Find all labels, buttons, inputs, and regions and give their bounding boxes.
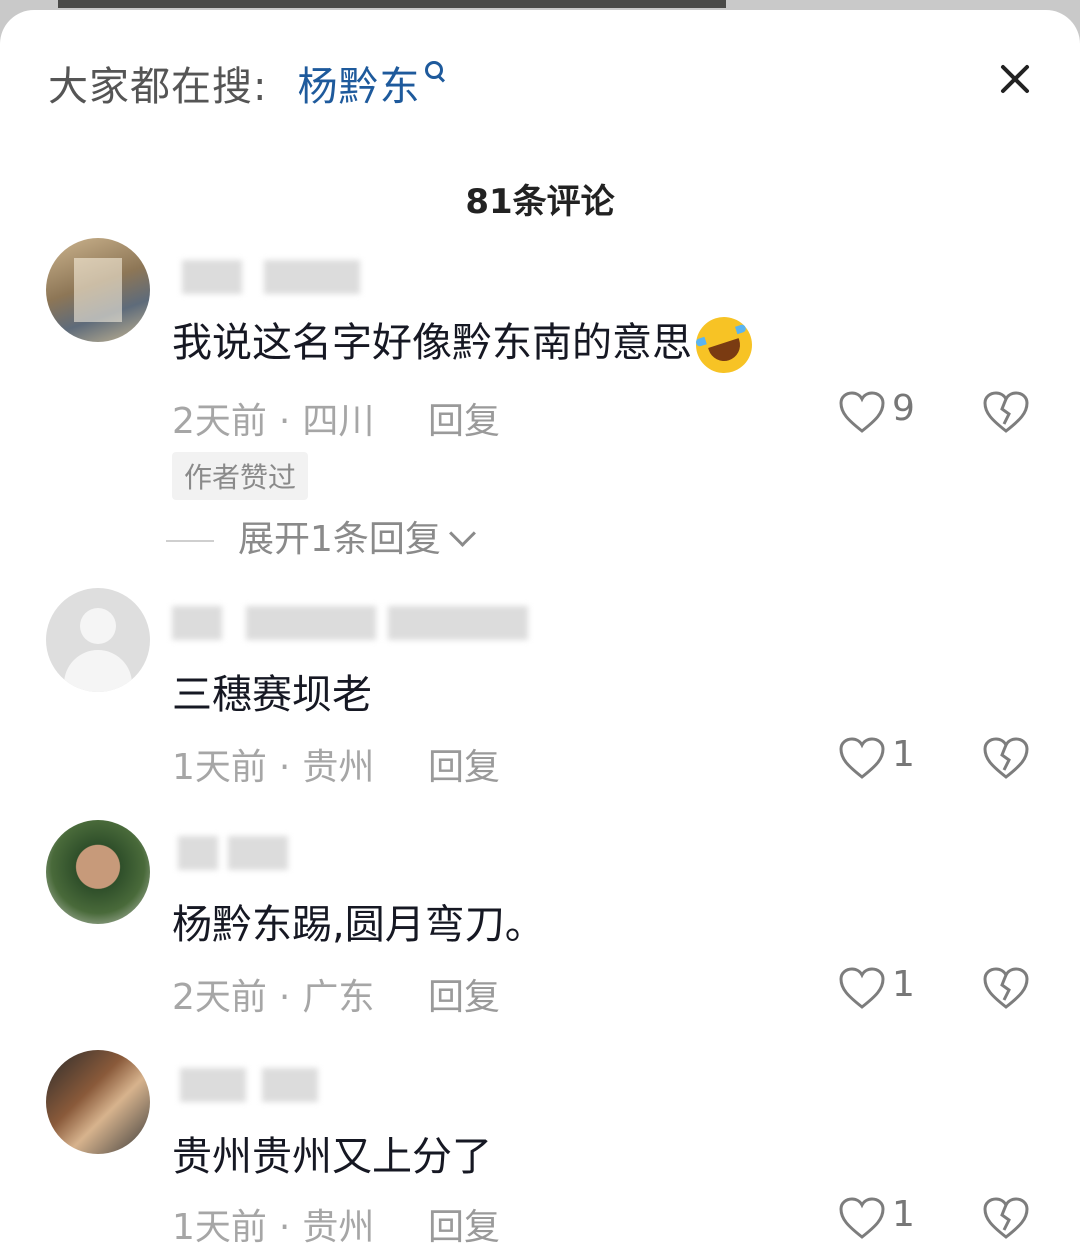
search-prefix-label: 大家都在搜: — [48, 64, 268, 110]
comment-meta: 2天前 · 广东 回复 — [172, 968, 500, 1020]
meta-separator: · — [278, 1207, 291, 1248]
avatar[interactable] — [46, 1050, 150, 1154]
close-icon — [990, 54, 1040, 104]
meta-separator: · — [278, 401, 291, 442]
comment-time: 2天前 — [172, 977, 267, 1018]
comment-meta: 1天前 · 贵州 回复 — [172, 738, 500, 790]
comment-location: 广东 — [302, 977, 375, 1018]
expand-divider — [166, 540, 214, 542]
avatar[interactable] — [46, 238, 150, 342]
dislike-button[interactable] — [980, 1194, 1032, 1242]
comment-text-content: 我说这名字好像黔东南的意思 — [172, 320, 692, 366]
search-term-link[interactable]: 杨黔东 — [297, 54, 420, 112]
comment-text: 我说这名字好像黔东南的意思 — [172, 309, 760, 381]
reply-button[interactable]: 回复 — [428, 1198, 500, 1250]
comment-time: 1天前 — [172, 747, 267, 788]
comment-time: 1天前 — [172, 1207, 267, 1248]
expand-replies-button[interactable]: 展开1条回复 — [166, 510, 476, 562]
comment-location: 贵州 — [302, 747, 375, 788]
expand-replies-label: 展开1条回复 — [238, 519, 441, 560]
comment-time: 2天前 — [172, 401, 267, 442]
comment-count-title: 81条评论 — [465, 182, 615, 222]
trending-search-bar[interactable]: 大家都在搜: 杨黔东 — [48, 50, 446, 116]
like-count: 1 — [892, 734, 915, 775]
comment-text: 三穗赛坝老 — [172, 672, 372, 718]
like-button[interactable]: 1 — [838, 964, 928, 1012]
comment-meta: 2天前 · 四川 回复 — [172, 392, 500, 444]
meta-separator: · — [278, 747, 291, 788]
like-count: 9 — [892, 388, 915, 429]
comment-text: 杨黔东踢,圆月弯刀。 — [172, 902, 545, 948]
author-liked-badge: 作者赞过 — [172, 452, 309, 500]
comment-location: 贵州 — [302, 1207, 375, 1248]
avatar[interactable] — [46, 588, 150, 692]
broken-heart-icon — [983, 967, 1029, 1009]
background-video-strip — [58, 0, 726, 8]
comment-location: 四川 — [302, 401, 375, 442]
like-count: 1 — [892, 964, 915, 1005]
dislike-button[interactable] — [980, 964, 1032, 1012]
heart-icon — [839, 1197, 885, 1239]
search-icon[interactable] — [424, 60, 446, 90]
broken-heart-icon — [983, 391, 1029, 433]
avatar[interactable] — [46, 820, 150, 924]
comment-text: 贵州贵州又上分了 — [172, 1134, 492, 1180]
heart-icon — [839, 967, 885, 1009]
close-button[interactable] — [990, 54, 1040, 104]
heart-icon — [839, 737, 885, 779]
chevron-down-icon — [448, 520, 476, 547]
broken-heart-icon — [983, 1197, 1029, 1239]
comment-sheet: 大家都在搜: 杨黔东 81条评论 我说这名字好像黔东南的意思 2天前 · 四川 回复… — [0, 10, 1080, 1259]
like-button[interactable]: 9 — [838, 388, 928, 436]
like-button[interactable]: 1 — [838, 1194, 928, 1242]
reply-button[interactable]: 回复 — [428, 392, 500, 444]
rolling-laughing-emoji-icon — [688, 309, 760, 381]
reply-button[interactable]: 回复 — [428, 968, 500, 1020]
like-button[interactable]: 1 — [838, 734, 928, 782]
dislike-button[interactable] — [980, 388, 1032, 436]
reply-button[interactable]: 回复 — [428, 738, 500, 790]
comment-meta: 1天前 · 贵州 回复 — [172, 1198, 500, 1250]
dislike-button[interactable] — [980, 734, 1032, 782]
meta-separator: · — [278, 977, 291, 1018]
broken-heart-icon — [983, 737, 1029, 779]
like-count: 1 — [892, 1194, 915, 1235]
heart-icon — [839, 391, 885, 433]
